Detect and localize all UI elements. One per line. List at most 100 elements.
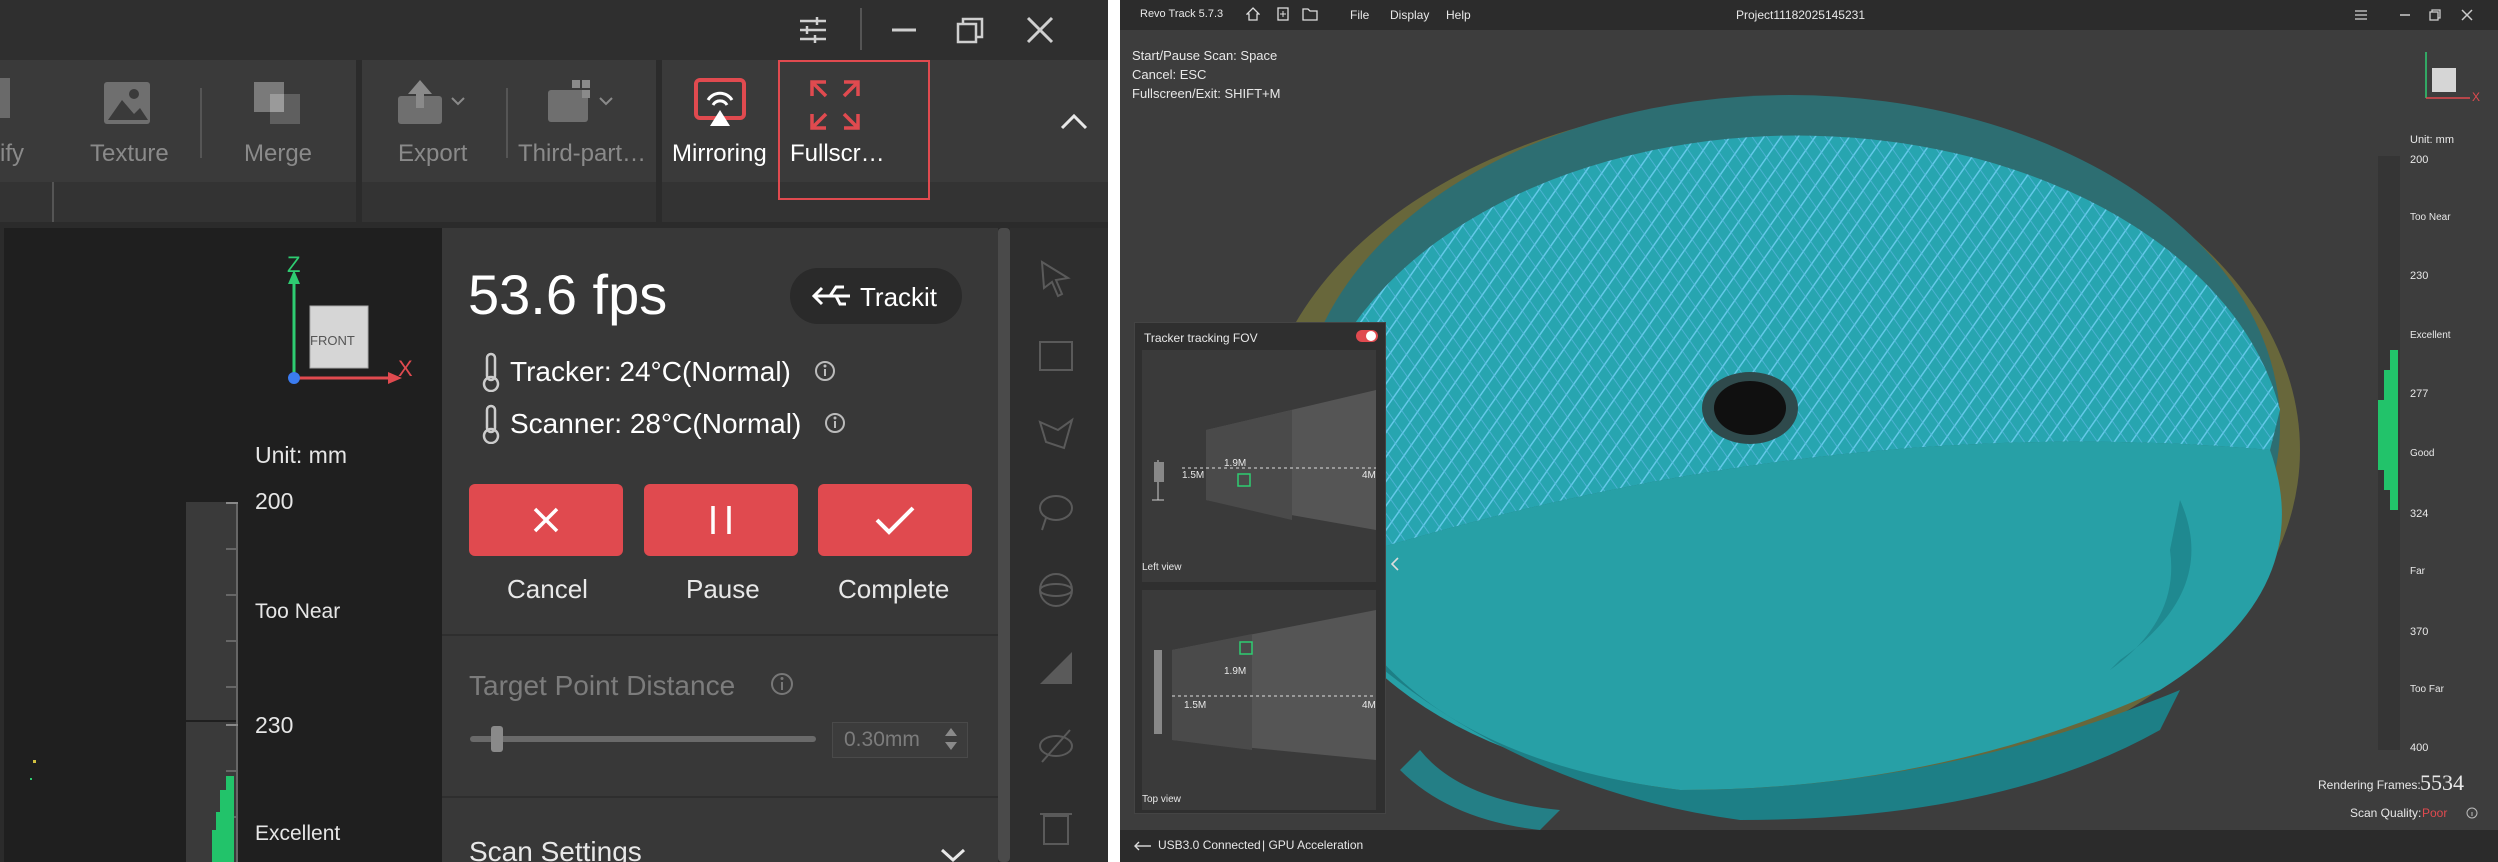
- left-view-label: Left view: [1142, 562, 1182, 573]
- close-icon[interactable]: [1024, 14, 1056, 46]
- axis-z-label: Z: [287, 252, 301, 277]
- modify-label[interactable]: ify: [0, 140, 24, 168]
- rectangle-select-icon[interactable]: [1034, 334, 1078, 378]
- pause-button[interactable]: [644, 484, 798, 556]
- menu-display[interactable]: Display: [1390, 8, 1429, 22]
- axis-x-label: X: [2472, 90, 2481, 104]
- collapse-ribbon-icon[interactable]: [1060, 112, 1088, 132]
- restore-icon[interactable]: [2428, 8, 2442, 22]
- complete-button[interactable]: [818, 484, 972, 556]
- fullscreen-label[interactable]: Fullscr…: [790, 140, 885, 168]
- unit-label: Unit: mm: [255, 442, 347, 468]
- brush-select-icon[interactable]: [1034, 490, 1078, 534]
- fps-readout: 53.6 fps: [468, 263, 668, 326]
- info-icon[interactable]: [2466, 807, 2478, 819]
- texture-label[interactable]: Texture: [90, 140, 169, 168]
- menu-file[interactable]: File: [1350, 8, 1369, 22]
- fov-title: Tracker tracking FOV: [1144, 331, 1258, 345]
- scale-200: 200: [2410, 154, 2429, 166]
- close-icon[interactable]: [2460, 8, 2474, 22]
- third-party-label[interactable]: Third-part…: [518, 140, 646, 168]
- histogram-bars: [212, 776, 234, 862]
- menu-help[interactable]: Help: [1446, 8, 1471, 22]
- mirroring-label[interactable]: Mirroring: [672, 140, 767, 168]
- target-distance-slider[interactable]: [470, 736, 816, 742]
- slider-handle[interactable]: [490, 726, 503, 752]
- too-far-label: Too Far: [2410, 684, 2444, 695]
- plane-cut-icon[interactable]: [1034, 646, 1078, 690]
- fov-left-1-5m: 1.5M: [1182, 470, 1205, 481]
- left-view-diagram: [1152, 390, 1376, 530]
- open-folder-icon[interactable]: [1302, 7, 1318, 21]
- export-label[interactable]: Export: [398, 140, 467, 168]
- texture-icon[interactable]: [102, 80, 152, 126]
- shortcut-start-pause: Start/Pause Scan: Space: [1132, 48, 1278, 63]
- spin-arrows-icon[interactable]: [944, 726, 958, 752]
- scanner-temp: Scanner: 28°C(Normal): [510, 408, 802, 439]
- titlebar-divider: [860, 8, 862, 50]
- scrollbar-thumb[interactable]: [998, 228, 1010, 862]
- pause-label[interactable]: Pause: [686, 574, 760, 605]
- panel-divider: [442, 634, 998, 636]
- info-icon[interactable]: [824, 412, 846, 434]
- merge-icon[interactable]: [252, 80, 302, 126]
- info-icon[interactable]: [814, 360, 836, 382]
- third-party-icon[interactable]: [546, 78, 618, 128]
- far-label: Far: [2410, 566, 2425, 577]
- histogram-bars: [2378, 350, 2398, 510]
- settings-sliders-icon[interactable]: [2354, 8, 2368, 22]
- unit-label: Unit: mm: [2410, 134, 2454, 146]
- target-distance-value[interactable]: 0.30mm: [844, 728, 920, 752]
- minimize-icon[interactable]: [888, 14, 920, 46]
- cancel-button[interactable]: [469, 484, 623, 556]
- fov-top-4m: 4M: [1362, 700, 1376, 711]
- axis-x-label: X: [398, 356, 413, 381]
- top-view-diagram: [1154, 610, 1376, 760]
- modify-icon[interactable]: [0, 78, 10, 118]
- collapse-panel-icon[interactable]: [1390, 556, 1400, 572]
- close-x-icon: [533, 507, 559, 533]
- rendering-frames-value: 5534: [2420, 770, 2464, 795]
- select-cursor-icon[interactable]: [1034, 256, 1078, 300]
- scale-200: 200: [255, 488, 294, 514]
- thermometer-icon: [482, 352, 500, 392]
- right-screenshot: Revo Track 5.7.3 File Display Help Proje…: [1120, 0, 2498, 862]
- title-bar: [0, 0, 1108, 60]
- gpu-status: | GPU Acceleration: [1262, 838, 1364, 852]
- fullscreen-icon[interactable]: [810, 80, 860, 130]
- fov-top-1-5m: 1.5M: [1184, 700, 1207, 711]
- hide-icon[interactable]: [1034, 724, 1078, 768]
- trackit-label[interactable]: Trackit: [860, 282, 937, 313]
- scan-quality-value: Poor: [2422, 806, 2448, 820]
- project-title: Project11182025145231: [1736, 8, 1865, 22]
- fov-left-1-9m: 1.9M: [1224, 458, 1247, 469]
- info-icon[interactable]: [770, 672, 794, 696]
- scale-324: 324: [2410, 508, 2429, 520]
- sphere-select-icon[interactable]: [1034, 568, 1078, 612]
- home-icon[interactable]: [1246, 7, 1260, 21]
- merge-label[interactable]: Merge: [244, 140, 312, 168]
- usb-status: USB3.0 Connected: [1158, 838, 1261, 852]
- pause-icon: [711, 506, 731, 534]
- chevron-down-icon[interactable]: [940, 846, 966, 862]
- lasso-select-icon[interactable]: [1034, 412, 1078, 456]
- settings-sliders-icon[interactable]: [797, 14, 829, 46]
- complete-label[interactable]: Complete: [838, 574, 949, 605]
- fov-toggle-knob: [1366, 331, 1376, 341]
- minimize-icon[interactable]: [2398, 8, 2412, 22]
- mirroring-icon[interactable]: [694, 78, 746, 128]
- axis-gizmo[interactable]: [2420, 44, 2480, 104]
- scale-277: 277: [2410, 388, 2429, 400]
- restore-icon[interactable]: [954, 14, 986, 46]
- target-distance-label: Target Point Distance: [469, 670, 736, 701]
- export-icon[interactable]: [396, 78, 468, 128]
- thermometer-icon: [482, 404, 500, 444]
- delete-icon[interactable]: [1034, 804, 1078, 848]
- scan-settings-label[interactable]: Scan Settings: [469, 836, 642, 862]
- new-project-icon[interactable]: [1276, 7, 1290, 21]
- cancel-label[interactable]: Cancel: [507, 574, 588, 605]
- fov-left-4m: 4M: [1362, 470, 1376, 481]
- view-cube-front[interactable]: FRONT: [310, 333, 355, 348]
- scale-370: 370: [2410, 626, 2429, 638]
- usb-icon: [1134, 841, 1151, 851]
